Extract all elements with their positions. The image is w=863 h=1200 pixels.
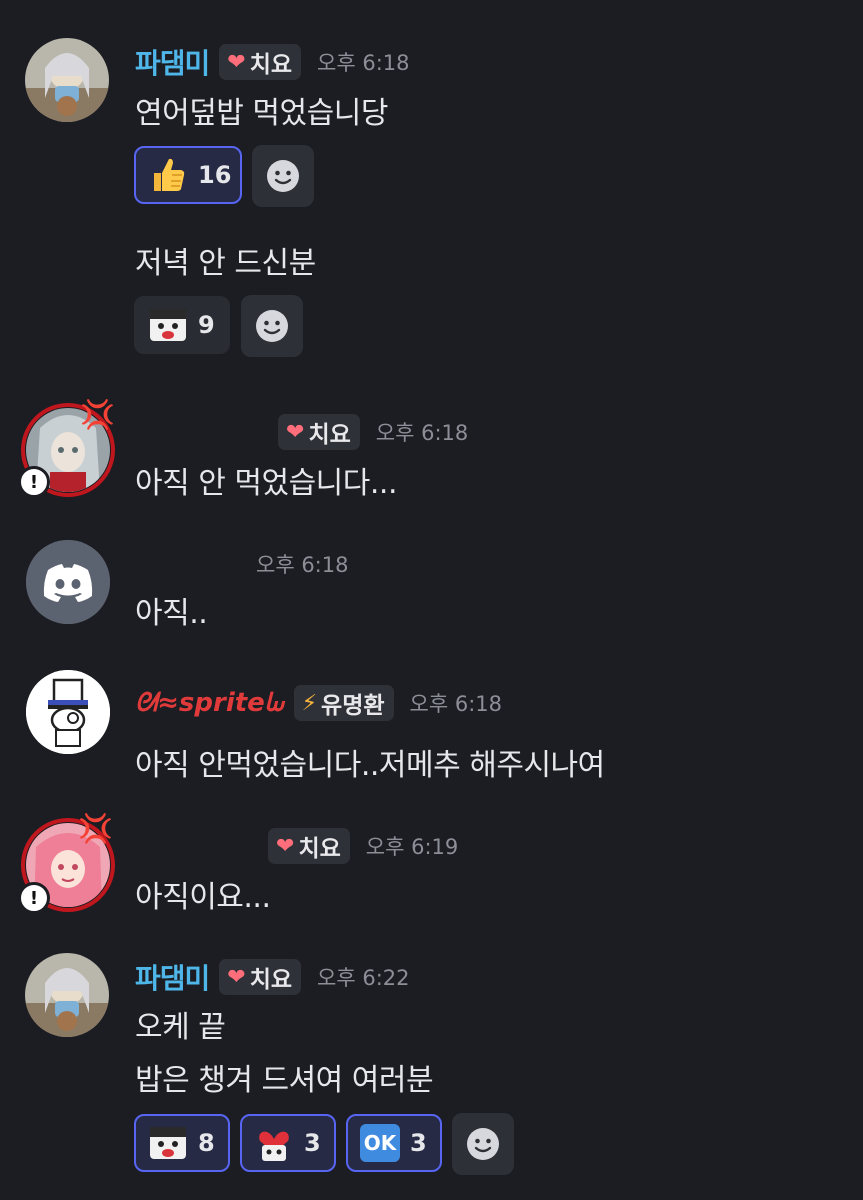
timestamp: 오후 6:18: [375, 421, 469, 445]
lightning-icon: ⚡: [301, 690, 318, 716]
reaction-thumbs-up[interactable]: 16: [134, 146, 242, 204]
smiley-icon: [267, 160, 299, 192]
add-reaction-button[interactable]: [252, 145, 314, 207]
heart-icon: ❤: [276, 833, 295, 859]
username[interactable]: 파댐미: [135, 42, 210, 82]
squiggle-right-icon: ᘈ: [264, 687, 284, 718]
reaction-custom-heart-face[interactable]: 3: [240, 1114, 336, 1172]
message-text: 밥은 챙겨 드셔여 여러분: [135, 1063, 434, 1098]
message-text: 아직..: [135, 596, 208, 631]
heart-icon: ❤: [227, 964, 246, 990]
reaction-count: 9: [198, 311, 215, 339]
role-tag[interactable]: ❤ 치요: [268, 828, 350, 864]
role-tag[interactable]: ⚡ 유명환: [293, 685, 394, 721]
timestamp: 오후 6:18: [256, 553, 349, 577]
smiley-icon: [467, 1128, 499, 1160]
role-tag[interactable]: ❤ 치요: [219, 44, 302, 80]
warning-badge-icon: !: [18, 882, 50, 914]
warning-badge-icon: !: [18, 466, 50, 498]
user-avatar[interactable]: [26, 670, 110, 754]
user-avatar[interactable]: [25, 38, 109, 122]
user-avatar[interactable]: [26, 540, 110, 624]
message-text: 연어덮밥 먹었습니당: [135, 96, 388, 131]
anger-icon: 💢: [78, 812, 113, 845]
role-tag[interactable]: ❤ 치요: [219, 959, 302, 995]
role-tag[interactable]: ❤ 치요: [278, 414, 360, 450]
reaction-custom-face[interactable]: 9: [134, 296, 230, 354]
anger-icon: 💢: [80, 398, 115, 431]
reaction-count: 16: [198, 161, 232, 189]
reaction-count: 3: [410, 1129, 427, 1157]
username[interactable]: ᘛ≈spriteᘈ: [135, 688, 284, 719]
reaction-ok[interactable]: OK 3: [346, 1114, 442, 1172]
custom-face-emoji-icon: [148, 305, 188, 345]
heart-face-emoji-icon: [254, 1123, 294, 1163]
username[interactable]: 파댐미: [135, 957, 210, 997]
add-reaction-button[interactable]: [241, 295, 303, 357]
timestamp: 오후 6:22: [317, 966, 410, 990]
timestamp: 오후 6:19: [365, 835, 459, 859]
heart-icon: ❤: [227, 49, 246, 75]
smiley-icon: [256, 310, 288, 342]
timestamp: 오후 6:18: [317, 51, 410, 75]
message-text: 오케 끝: [135, 1010, 226, 1045]
add-reaction-button[interactable]: [452, 1113, 514, 1175]
custom-face-emoji-icon: [148, 1123, 188, 1163]
message-text: 저녁 안 드신분: [135, 246, 316, 281]
reaction-custom-face[interactable]: 8: [134, 1114, 230, 1172]
message-text: 아직이요...: [135, 880, 271, 915]
discord-logo-icon: [26, 540, 110, 624]
timestamp: 오후 6:18: [409, 692, 503, 716]
heart-icon: ❤: [286, 419, 305, 445]
message-text: 아직 안먹었습니다..저메추 해주시나여: [135, 748, 605, 783]
reaction-count: 8: [198, 1129, 215, 1157]
squiggle-left-icon: ᘛ≈: [135, 687, 179, 718]
ok-button-icon: OK: [360, 1124, 400, 1162]
reaction-count: 3: [304, 1129, 321, 1157]
user-avatar[interactable]: [25, 953, 109, 1037]
message-text: 아직 안 먹었습니다...: [135, 466, 397, 501]
thumbs-up-icon: [148, 155, 188, 195]
